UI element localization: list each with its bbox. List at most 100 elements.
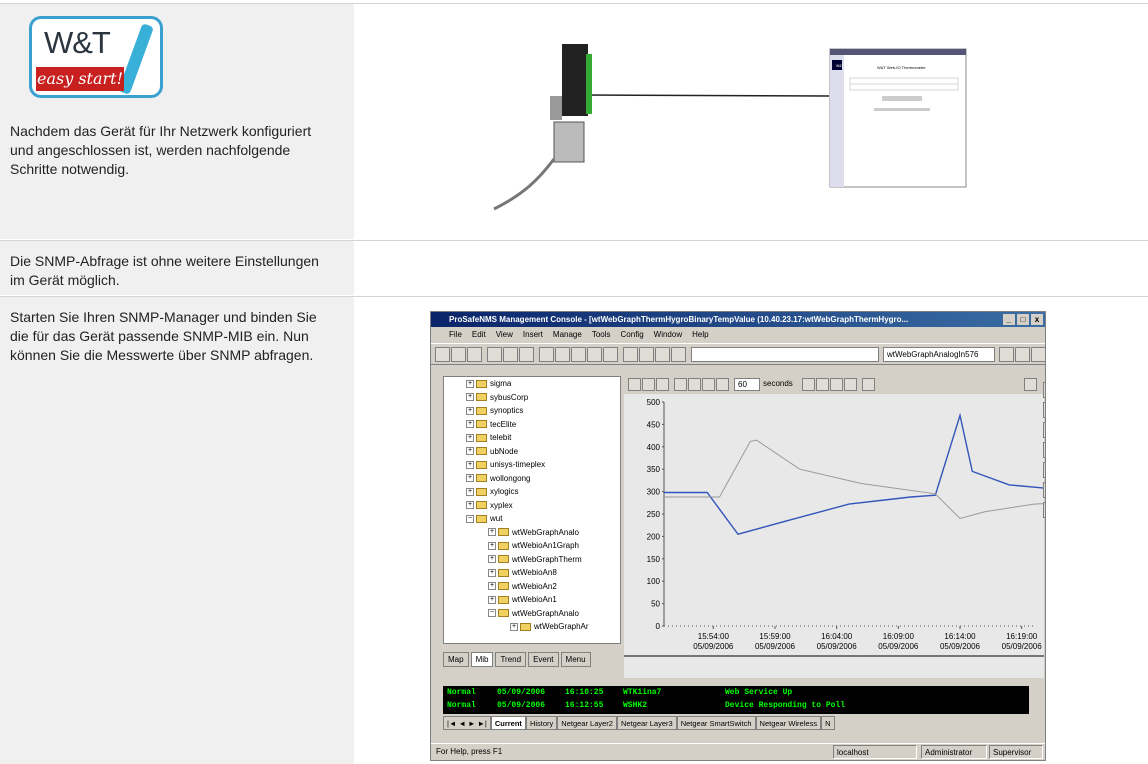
tab-event[interactable]: Event xyxy=(528,652,559,667)
tab-netgear-layer2[interactable]: Netgear Layer2 xyxy=(557,716,617,730)
save-icon[interactable] xyxy=(656,378,669,391)
graph-scroll-left[interactable] xyxy=(862,378,875,391)
properties-icon[interactable] xyxy=(1043,382,1045,398)
tree-item[interactable]: + wtWebGraphAr xyxy=(444,620,620,634)
tree-item[interactable]: + xylogics xyxy=(444,485,620,499)
tab-menu[interactable]: Menu xyxy=(560,652,591,667)
tree-item[interactable]: + xyplex xyxy=(444,499,620,513)
menu-tools[interactable]: Tools xyxy=(592,327,611,343)
expand-toggle-icon[interactable]: + xyxy=(466,406,474,415)
table-icon[interactable] xyxy=(716,378,729,391)
zoom-out-icon[interactable] xyxy=(603,347,618,362)
tree-item[interactable]: + wtWebGraphAnalo xyxy=(444,526,620,540)
binoculars-icon[interactable] xyxy=(435,347,450,362)
expand-toggle-icon[interactable]: − xyxy=(488,609,496,618)
tree-item[interactable]: − wtWebGraphAnalo xyxy=(444,607,620,621)
expand-toggle-icon[interactable]: + xyxy=(466,501,474,510)
menu-window[interactable]: Window xyxy=(654,327,682,343)
tab-history[interactable]: History xyxy=(525,716,558,730)
tab-trend[interactable]: Trend xyxy=(495,652,527,667)
grid-icon[interactable] xyxy=(451,347,466,362)
table-view-icon[interactable] xyxy=(999,347,1014,362)
interval-input[interactable]: 60 xyxy=(734,378,760,391)
expand-toggle-icon[interactable]: − xyxy=(466,514,474,523)
expand-toggle-icon[interactable]: + xyxy=(488,541,496,550)
expand-icon[interactable] xyxy=(1043,462,1045,478)
tab-nav-buttons[interactable]: |◄ ◄ ► ►| xyxy=(443,716,491,730)
collapse-icon[interactable] xyxy=(1043,482,1045,498)
scroll-right-icon[interactable] xyxy=(844,378,857,391)
connect-icon[interactable] xyxy=(1043,442,1045,458)
tab-netgear-wireless[interactable]: Netgear Wireless xyxy=(755,716,822,730)
event-row[interactable]: Normal 05/09/2006 16:12:55 WSHK2 Device … xyxy=(443,699,1029,712)
graph-view-icon[interactable] xyxy=(1015,347,1030,362)
tree-item[interactable]: + wollongong xyxy=(444,472,620,486)
home-icon[interactable] xyxy=(671,347,686,362)
maximize-button[interactable]: □ xyxy=(1017,314,1029,325)
tree-item[interactable]: + wtWebioAn1 xyxy=(444,593,620,607)
back-arrow-icon[interactable] xyxy=(623,347,638,362)
bar-chart-icon[interactable] xyxy=(688,378,701,391)
record-icon[interactable] xyxy=(628,378,641,391)
bell-icon[interactable] xyxy=(487,347,502,362)
copy-icon[interactable] xyxy=(816,378,829,391)
expand-toggle-icon[interactable]: + xyxy=(488,582,496,591)
tree-item[interactable]: + wtWebioAn1Graph xyxy=(444,539,620,553)
stop-icon[interactable] xyxy=(642,378,655,391)
network-icon[interactable] xyxy=(503,347,518,362)
alarm-icon[interactable] xyxy=(467,347,482,362)
tab-n[interactable]: N xyxy=(821,716,835,730)
tree-item[interactable]: + unisys-timeplex xyxy=(444,458,620,472)
tab-map[interactable]: Map xyxy=(443,652,469,667)
tab-current[interactable]: Current xyxy=(490,716,526,730)
expand-toggle-icon[interactable]: + xyxy=(466,460,474,469)
menu-config[interactable]: Config xyxy=(621,327,644,343)
tree-item[interactable]: + wtWebGraphTherm xyxy=(444,553,620,567)
tab-netgear-smartswitch[interactable]: Netgear SmartSwitch xyxy=(676,716,756,730)
export-icon[interactable] xyxy=(1043,502,1045,518)
graph-scroll-right[interactable] xyxy=(1024,378,1037,391)
forward-arrow-icon[interactable] xyxy=(639,347,654,362)
tree-item[interactable]: + synoptics xyxy=(444,404,620,418)
expand-toggle-icon[interactable]: + xyxy=(488,568,496,577)
expand-toggle-icon[interactable]: + xyxy=(466,433,474,442)
menu-file[interactable]: File xyxy=(449,327,462,343)
expand-toggle-icon[interactable]: + xyxy=(488,528,496,537)
address-combo[interactable] xyxy=(691,347,879,362)
expand-toggle-icon[interactable]: + xyxy=(466,379,474,388)
menu-help[interactable]: Help xyxy=(692,327,708,343)
menu-edit[interactable]: Edit xyxy=(472,327,486,343)
menu-view[interactable]: View xyxy=(496,327,513,343)
close-button[interactable]: x xyxy=(1031,314,1043,325)
zoom-icon[interactable] xyxy=(555,347,570,362)
mib-object-combo[interactable]: wtWebGraphAnalogIn576 xyxy=(883,347,995,362)
minimize-button[interactable]: _ xyxy=(1003,314,1015,325)
window-icon[interactable] xyxy=(655,347,670,362)
mib-tree[interactable]: + sigma + sybusCorp + synoptics + tecElite + tele… xyxy=(443,376,621,644)
menu-insert[interactable]: Insert xyxy=(523,327,543,343)
zoom-in-icon[interactable] xyxy=(587,347,602,362)
tree-item[interactable]: + wtWebioAn8 xyxy=(444,566,620,580)
pie-chart-icon[interactable] xyxy=(702,378,715,391)
event-row[interactable]: Normal 05/09/2006 16:10:25 WTK1ina7 Web … xyxy=(443,686,1029,699)
zoom-1-1-icon[interactable] xyxy=(571,347,586,362)
expand-toggle-icon[interactable]: + xyxy=(466,393,474,402)
tree-item[interactable]: + sybusCorp xyxy=(444,391,620,405)
tree-item[interactable]: + telebit xyxy=(444,431,620,445)
tree-item[interactable]: + ubNode xyxy=(444,445,620,459)
target-icon[interactable] xyxy=(1043,402,1045,418)
expand-toggle-icon[interactable]: + xyxy=(510,622,518,631)
devices-icon[interactable] xyxy=(519,347,534,362)
tab-netgear-layer3[interactable]: Netgear Layer3 xyxy=(616,716,677,730)
refresh-icon[interactable] xyxy=(1043,422,1045,438)
scroll-left-icon[interactable] xyxy=(830,378,843,391)
tree-item[interactable]: + tecElite xyxy=(444,418,620,432)
event-log[interactable]: Normal 05/09/2006 16:10:25 WTK1ina7 Web … xyxy=(443,686,1029,714)
tab-mib[interactable]: Mib xyxy=(470,652,494,667)
panel-icon[interactable] xyxy=(1031,347,1045,362)
expand-toggle-icon[interactable]: + xyxy=(466,447,474,456)
stop-icon[interactable] xyxy=(539,347,554,362)
expand-toggle-icon[interactable]: + xyxy=(488,555,496,564)
expand-toggle-icon[interactable]: + xyxy=(466,487,474,496)
expand-toggle-icon[interactable]: + xyxy=(488,595,496,604)
